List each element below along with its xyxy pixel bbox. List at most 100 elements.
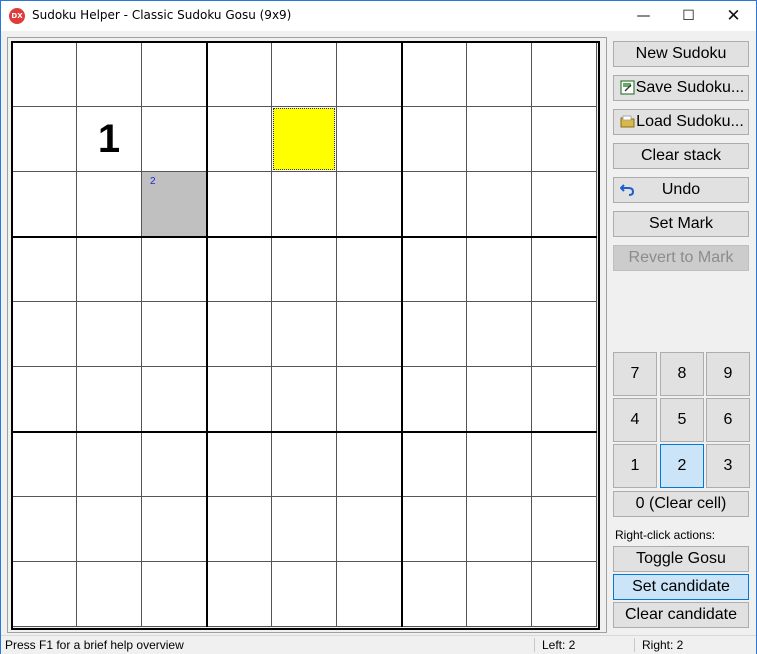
sudoku-cell[interactable] <box>207 302 272 367</box>
sudoku-cell[interactable] <box>272 367 337 432</box>
sudoku-cell[interactable] <box>532 302 597 367</box>
sudoku-cell[interactable] <box>467 172 532 237</box>
sudoku-cell[interactable] <box>272 302 337 367</box>
sudoku-cell[interactable] <box>272 237 337 302</box>
numpad-key[interactable]: 8 <box>660 352 704 396</box>
clear-candidate-button[interactable]: Clear candidate <box>613 602 749 628</box>
minimize-icon[interactable]: — <box>621 1 666 31</box>
sudoku-cell[interactable] <box>12 432 77 497</box>
revert-to-mark-button[interactable]: Revert to Mark <box>613 245 749 271</box>
sudoku-cell[interactable] <box>337 367 402 432</box>
sudoku-cell[interactable] <box>142 237 207 302</box>
sudoku-cell[interactable] <box>272 432 337 497</box>
sudoku-cell[interactable] <box>77 432 142 497</box>
sudoku-cell[interactable] <box>207 562 272 627</box>
sudoku-cell[interactable] <box>77 237 142 302</box>
sudoku-cell[interactable] <box>142 302 207 367</box>
sudoku-cell[interactable] <box>402 432 467 497</box>
sudoku-cell[interactable] <box>337 237 402 302</box>
title-bar[interactable]: DX Sudoku Helper - Classic Sudoku Gosu (… <box>1 1 756 31</box>
sudoku-cell[interactable] <box>532 237 597 302</box>
sudoku-cell[interactable] <box>467 367 532 432</box>
sudoku-cell[interactable] <box>402 172 467 237</box>
sudoku-cell[interactable] <box>402 497 467 562</box>
sudoku-cell[interactable] <box>532 107 597 172</box>
new-sudoku-button[interactable]: New Sudoku <box>613 41 749 67</box>
sudoku-cell[interactable] <box>402 562 467 627</box>
sudoku-cell[interactable] <box>337 42 402 107</box>
undo-button[interactable]: Undo <box>613 177 749 203</box>
sudoku-cell[interactable] <box>142 107 207 172</box>
sudoku-cell[interactable] <box>12 497 77 562</box>
sudoku-cell[interactable] <box>467 302 532 367</box>
sudoku-cell[interactable] <box>12 302 77 367</box>
numpad-key[interactable]: 7 <box>613 352 657 396</box>
save-sudoku-button[interactable]: Save Sudoku... <box>613 75 749 101</box>
sudoku-cell[interactable] <box>402 237 467 302</box>
sudoku-cell[interactable] <box>12 172 77 237</box>
sudoku-cell[interactable] <box>272 497 337 562</box>
sudoku-cell[interactable]: 2 <box>142 172 207 237</box>
sudoku-cell[interactable] <box>467 562 532 627</box>
sudoku-cell[interactable] <box>337 432 402 497</box>
set-candidate-button[interactable]: Set candidate <box>613 574 749 600</box>
sudoku-cell[interactable] <box>532 497 597 562</box>
sudoku-cell[interactable] <box>142 497 207 562</box>
sudoku-cell[interactable] <box>207 237 272 302</box>
sudoku-cell[interactable] <box>337 562 402 627</box>
sudoku-cell[interactable] <box>207 107 272 172</box>
numpad-key[interactable]: 6 <box>706 398 750 442</box>
sudoku-cell[interactable] <box>337 172 402 237</box>
numpad-key[interactable]: 4 <box>613 398 657 442</box>
sudoku-cell[interactable] <box>402 367 467 432</box>
sudoku-cell[interactable] <box>142 562 207 627</box>
sudoku-cell[interactable] <box>272 42 337 107</box>
sudoku-cell[interactable] <box>207 497 272 562</box>
clear-stack-button[interactable]: Clear stack <box>613 143 749 169</box>
sudoku-cell[interactable] <box>532 562 597 627</box>
sudoku-cell[interactable] <box>272 107 337 172</box>
sudoku-cell[interactable] <box>77 367 142 432</box>
sudoku-cell[interactable] <box>272 562 337 627</box>
toggle-gosu-button[interactable]: Toggle Gosu <box>613 546 749 572</box>
sudoku-cell[interactable] <box>12 367 77 432</box>
load-sudoku-button[interactable]: Load Sudoku... <box>613 109 749 135</box>
sudoku-cell[interactable] <box>532 42 597 107</box>
sudoku-cell[interactable] <box>207 172 272 237</box>
sudoku-cell[interactable] <box>467 42 532 107</box>
sudoku-cell[interactable] <box>77 42 142 107</box>
sudoku-cell[interactable] <box>532 367 597 432</box>
sudoku-cell[interactable]: 1 <box>77 107 142 172</box>
sudoku-cell[interactable] <box>12 107 77 172</box>
sudoku-cell[interactable] <box>402 42 467 107</box>
sudoku-cell[interactable] <box>337 302 402 367</box>
sudoku-cell[interactable] <box>467 432 532 497</box>
sudoku-cell[interactable] <box>467 497 532 562</box>
numpad-key[interactable]: 5 <box>660 398 704 442</box>
sudoku-cell[interactable] <box>337 497 402 562</box>
numpad-key[interactable]: 3 <box>706 444 750 488</box>
sudoku-grid[interactable]: 12 <box>11 41 600 630</box>
sudoku-cell[interactable] <box>532 432 597 497</box>
sudoku-cell[interactable] <box>207 432 272 497</box>
close-icon[interactable]: ✕ <box>711 1 756 31</box>
numpad-key[interactable]: 9 <box>706 352 750 396</box>
numpad-key[interactable]: 1 <box>613 444 657 488</box>
sudoku-cell[interactable] <box>532 172 597 237</box>
sudoku-cell[interactable] <box>12 562 77 627</box>
numpad-key[interactable]: 2 <box>660 444 704 488</box>
sudoku-cell[interactable] <box>77 562 142 627</box>
sudoku-cell[interactable] <box>142 432 207 497</box>
set-mark-button[interactable]: Set Mark <box>613 211 749 237</box>
sudoku-cell[interactable] <box>467 107 532 172</box>
clear-cell-button[interactable]: 0 (Clear cell) <box>613 491 749 517</box>
sudoku-cell[interactable] <box>12 237 77 302</box>
sudoku-cell[interactable] <box>272 172 337 237</box>
sudoku-cell[interactable] <box>142 42 207 107</box>
sudoku-cell[interactable] <box>402 107 467 172</box>
sudoku-cell[interactable] <box>207 367 272 432</box>
sudoku-cell[interactable] <box>142 367 207 432</box>
sudoku-cell[interactable] <box>77 497 142 562</box>
sudoku-cell[interactable] <box>467 237 532 302</box>
sudoku-cell[interactable] <box>77 172 142 237</box>
